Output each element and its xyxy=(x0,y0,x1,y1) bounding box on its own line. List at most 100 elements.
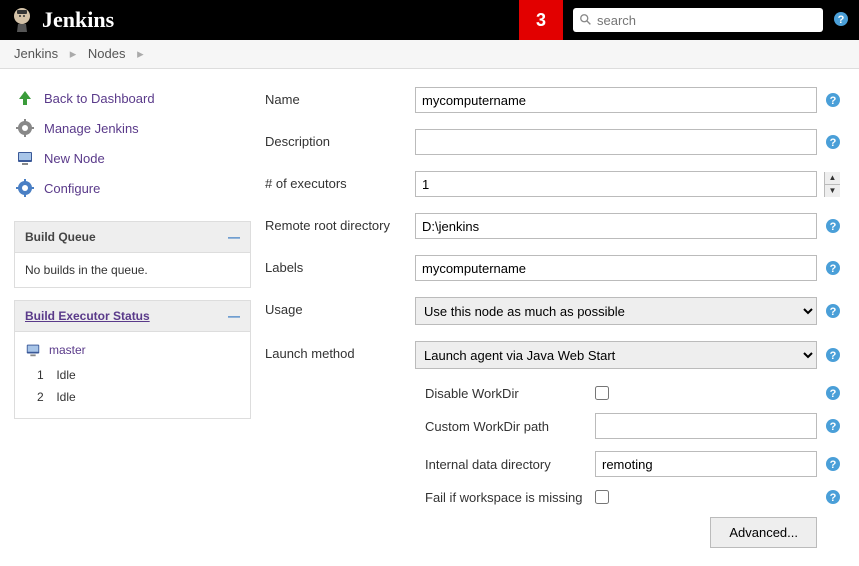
svg-text:?: ? xyxy=(830,459,837,471)
field-label: Launch method xyxy=(265,341,415,361)
sidebar-item-label: Manage Jenkins xyxy=(44,121,139,136)
help-icon[interactable]: ? xyxy=(825,134,841,150)
field-label: Remote root directory xyxy=(265,213,415,233)
form-row-name: Name ? xyxy=(265,87,841,113)
field-label: # of executors xyxy=(265,171,415,191)
executor-num: 2 xyxy=(37,390,53,404)
form-row-usage: Usage Use this node as much as possible … xyxy=(265,297,841,325)
breadcrumbs: Jenkins ▸ Nodes ▸ xyxy=(0,40,859,69)
executor-num: 1 xyxy=(37,368,53,382)
collapse-icon[interactable]: — xyxy=(228,230,240,244)
search-box[interactable] xyxy=(573,8,823,32)
page-header: Jenkins 3 ? xyxy=(0,0,859,40)
executor-master-link[interactable]: master xyxy=(25,342,240,358)
executor-status-section: Build Executor Status — master 1 Idle 2 … xyxy=(14,300,251,419)
svg-text:?: ? xyxy=(830,95,837,107)
help-icon[interactable]: ? xyxy=(825,385,841,401)
stepper-buttons: ▲ ▼ xyxy=(824,172,840,196)
form-row-executors: # of executors ▲ ▼ ? xyxy=(265,171,841,197)
field-label: Name xyxy=(265,87,415,107)
executor-row: 2 Idle xyxy=(25,386,240,408)
up-arrow-icon xyxy=(14,88,36,108)
search-input[interactable] xyxy=(597,13,817,28)
fail-missing-checkbox[interactable] xyxy=(595,490,609,504)
sub-row-internal-dir: Internal data directory ? xyxy=(265,451,841,477)
computer-icon xyxy=(25,342,43,358)
sidebar-nav: Back to Dashboard Manage Jenkins New Nod… xyxy=(14,83,251,203)
main-content: Name ? Description ? # of executors ▲ ▼ … xyxy=(265,69,859,566)
sidebar: Back to Dashboard Manage Jenkins New Nod… xyxy=(0,69,265,566)
field-label: Labels xyxy=(265,255,415,275)
help-icon[interactable]: ? xyxy=(825,347,841,363)
custom-workdir-input[interactable] xyxy=(595,413,817,439)
svg-text:?: ? xyxy=(830,421,837,433)
field-label: Usage xyxy=(265,297,415,317)
notification-badge[interactable]: 3 xyxy=(519,0,563,40)
help-icon[interactable]: ? xyxy=(825,456,841,472)
sidebar-item-configure[interactable]: Configure xyxy=(14,173,251,203)
help-icon[interactable]: ? xyxy=(825,489,841,505)
remote-root-input[interactable] xyxy=(415,213,817,239)
build-queue-body: No builds in the queue. xyxy=(15,253,250,287)
svg-text:?: ? xyxy=(830,306,837,318)
help-icon[interactable]: ? xyxy=(825,418,841,434)
master-label: master xyxy=(49,343,86,357)
svg-text:?: ? xyxy=(830,350,837,362)
svg-text:?: ? xyxy=(830,137,837,149)
sidebar-item-new-node[interactable]: New Node xyxy=(14,143,251,173)
executor-status-text: Idle xyxy=(56,368,75,382)
sidebar-item-back-dashboard[interactable]: Back to Dashboard xyxy=(14,83,251,113)
logo-text[interactable]: Jenkins xyxy=(42,7,114,33)
collapse-icon[interactable]: — xyxy=(228,309,240,323)
disable-workdir-checkbox[interactable] xyxy=(595,386,609,400)
sidebar-item-label: Back to Dashboard xyxy=(44,91,155,106)
section-title: Build Queue xyxy=(25,230,96,244)
svg-text:?: ? xyxy=(838,14,845,26)
svg-text:?: ? xyxy=(830,492,837,504)
advanced-button[interactable]: Advanced... xyxy=(710,517,817,548)
help-icon[interactable]: ? xyxy=(825,92,841,108)
executor-status-header: Build Executor Status — xyxy=(15,301,250,332)
help-icon[interactable]: ? xyxy=(825,260,841,276)
usage-select[interactable]: Use this node as much as possible xyxy=(415,297,817,325)
field-label: Internal data directory xyxy=(425,457,595,472)
name-input[interactable] xyxy=(415,87,817,113)
stepper-down[interactable]: ▼ xyxy=(824,185,840,197)
queue-empty-text: No builds in the queue. xyxy=(25,263,148,277)
field-label: Disable WorkDir xyxy=(425,386,595,401)
help-icon[interactable]: ? xyxy=(833,11,849,30)
executors-input[interactable] xyxy=(415,171,817,197)
field-label: Description xyxy=(265,129,415,149)
section-title-link[interactable]: Build Executor Status xyxy=(25,309,150,323)
form-row-labels: Labels ? xyxy=(265,255,841,281)
executor-row: 1 Idle xyxy=(25,364,240,386)
breadcrumb-separator: ▸ xyxy=(70,46,77,61)
breadcrumb-separator: ▸ xyxy=(137,46,144,61)
launch-method-select[interactable]: Launch agent via Java Web Start xyxy=(415,341,817,369)
sidebar-item-manage-jenkins[interactable]: Manage Jenkins xyxy=(14,113,251,143)
sub-row-custom-workdir: Custom WorkDir path ? xyxy=(265,413,841,439)
description-input[interactable] xyxy=(415,129,817,155)
search-icon xyxy=(579,13,593,27)
internal-dir-input[interactable] xyxy=(595,451,817,477)
stepper-up[interactable]: ▲ xyxy=(824,172,840,185)
help-icon[interactable]: ? xyxy=(825,303,841,319)
build-queue-section: Build Queue — No builds in the queue. xyxy=(14,221,251,288)
build-queue-header: Build Queue — xyxy=(15,222,250,253)
form-row-description: Description ? xyxy=(265,129,841,155)
sub-row-fail-missing: Fail if workspace is missing ? xyxy=(265,489,841,505)
labels-input[interactable] xyxy=(415,255,817,281)
computer-icon xyxy=(14,148,36,168)
form-row-launch-method: Launch method Launch agent via Java Web … xyxy=(265,341,841,369)
executor-status-body: master 1 Idle 2 Idle xyxy=(15,332,250,418)
breadcrumb-item[interactable]: Nodes xyxy=(88,46,126,61)
help-icon[interactable]: ? xyxy=(825,218,841,234)
form-row-remote-root: Remote root directory ? xyxy=(265,213,841,239)
field-label: Fail if workspace is missing xyxy=(425,490,595,505)
field-label: Custom WorkDir path xyxy=(425,419,595,434)
svg-text:?: ? xyxy=(830,388,837,400)
sidebar-item-label: New Node xyxy=(44,151,105,166)
executor-status-text: Idle xyxy=(56,390,75,404)
svg-text:?: ? xyxy=(830,263,837,275)
breadcrumb-item[interactable]: Jenkins xyxy=(14,46,58,61)
